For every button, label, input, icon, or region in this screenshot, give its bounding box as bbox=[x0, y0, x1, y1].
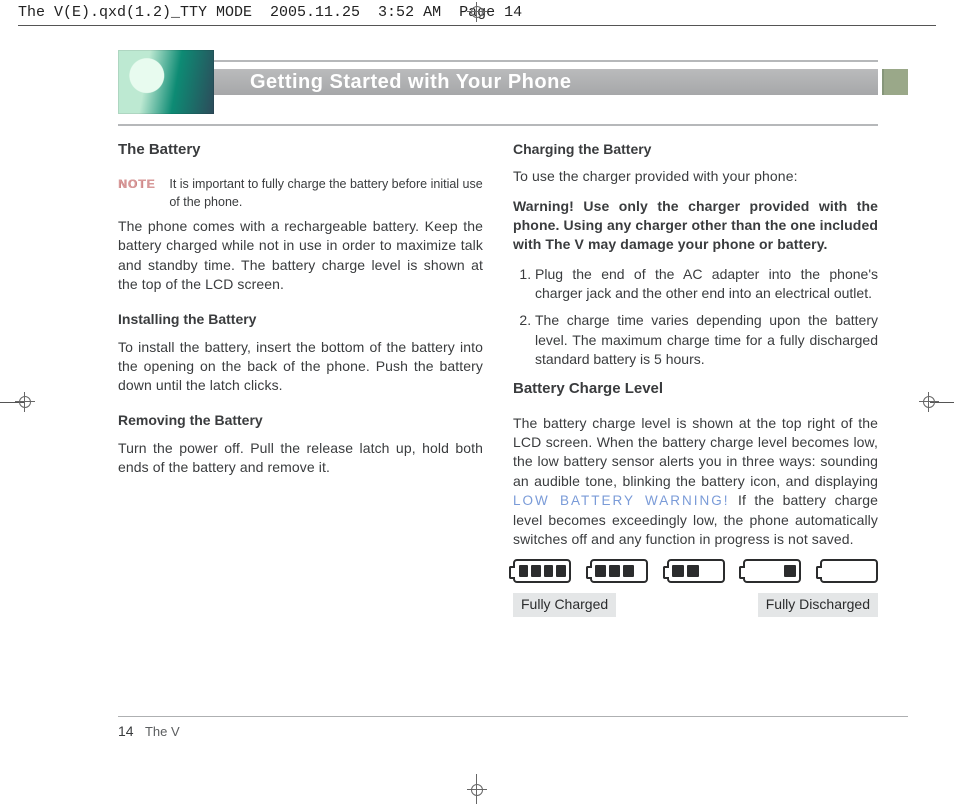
crop-mark bbox=[476, 774, 477, 804]
note-label: NOTE bbox=[118, 176, 155, 211]
title-band: Getting Started with Your Phone bbox=[214, 69, 878, 95]
body-content: The Battery NOTE It is important to full… bbox=[118, 140, 878, 617]
battery-icon-empty bbox=[820, 559, 878, 583]
low-battery-warning-text: LOW BATTERY WARNING! bbox=[513, 493, 729, 508]
body-paragraph: The battery charge level is shown at the… bbox=[513, 414, 878, 550]
heading-charge-level: Battery Charge Level bbox=[513, 379, 878, 400]
registration-mark bbox=[467, 780, 487, 800]
body-paragraph: The phone comes with a rechargeable batt… bbox=[118, 217, 483, 294]
column-left: The Battery NOTE It is important to full… bbox=[118, 140, 483, 617]
warning-paragraph: Warning! Use only the charger provided w… bbox=[513, 197, 878, 255]
page-footer: 14 The V bbox=[118, 716, 908, 739]
heading-remove: Removing the Battery bbox=[118, 411, 483, 430]
body-paragraph: To use the charger provided with your ph… bbox=[513, 167, 878, 186]
page-title: Getting Started with Your Phone bbox=[250, 71, 571, 94]
heading-charging: Charging the Battery bbox=[513, 140, 878, 159]
battery-caption-row: Fully Charged Fully Discharged bbox=[513, 593, 878, 616]
charging-steps: Plug the end of the AC adapter into the … bbox=[513, 265, 878, 370]
body-text-a: The battery charge level is shown at the… bbox=[513, 415, 878, 489]
heading-battery: The Battery bbox=[118, 140, 483, 161]
accent-block bbox=[882, 69, 908, 95]
battery-icon-1-bar bbox=[743, 559, 801, 583]
heading-install: Installing the Battery bbox=[118, 310, 483, 329]
caption-full: Fully Charged bbox=[513, 593, 616, 616]
battery-icon-3-bars bbox=[590, 559, 648, 583]
page-number: 14 bbox=[118, 723, 134, 739]
crop-mark bbox=[930, 402, 954, 403]
list-item: Plug the end of the AC adapter into the … bbox=[535, 265, 878, 304]
column-right: Charging the Battery To use the charger … bbox=[513, 140, 878, 617]
battery-icon-2-bars bbox=[667, 559, 725, 583]
caption-empty: Fully Discharged bbox=[758, 593, 878, 616]
battery-icon-4-bars bbox=[513, 559, 571, 583]
body-paragraph: To install the battery, insert the botto… bbox=[118, 338, 483, 396]
divider bbox=[214, 60, 878, 62]
book-name: The V bbox=[145, 724, 180, 739]
document-page: The V(E).qxd(1.2)_TTY MODE 2005.11.25 3:… bbox=[0, 0, 954, 804]
prepress-slug: The V(E).qxd(1.2)_TTY MODE 2005.11.25 3:… bbox=[18, 4, 936, 26]
header-photo bbox=[118, 50, 214, 114]
divider bbox=[118, 124, 878, 126]
note-text: It is important to fully charge the batt… bbox=[169, 175, 483, 211]
crop-mark bbox=[0, 402, 24, 403]
note-block: NOTE It is important to fully charge the… bbox=[118, 175, 483, 211]
list-item: The charge time varies depending upon th… bbox=[535, 311, 878, 369]
body-paragraph: Turn the power off. Pull the release lat… bbox=[118, 439, 483, 478]
battery-icon-row bbox=[513, 559, 878, 583]
page-header: Getting Started with Your Phone bbox=[118, 50, 908, 114]
